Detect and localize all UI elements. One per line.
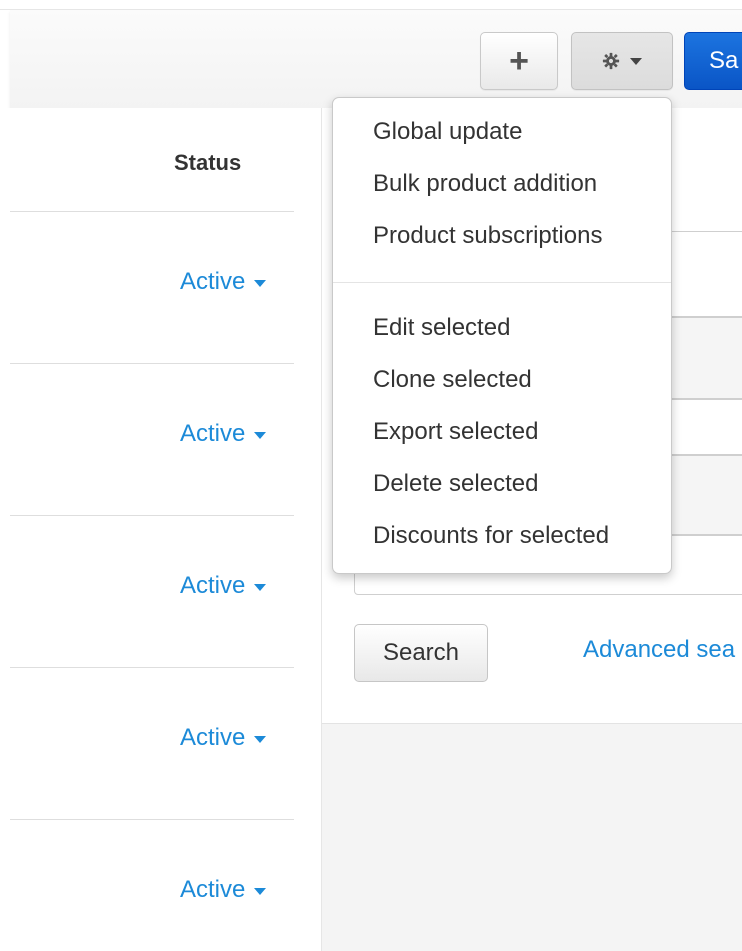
status-label: Active <box>180 724 246 751</box>
chevron-down-icon <box>254 583 267 591</box>
status-dropdown-row-4[interactable]: Active <box>180 724 267 752</box>
search-button[interactable]: Search <box>354 624 488 682</box>
status-dropdown-row-5[interactable]: Active <box>180 876 267 904</box>
row-divider <box>10 211 294 212</box>
plus-icon: + <box>509 41 529 80</box>
status-dropdown-row-1[interactable]: Active <box>180 268 267 296</box>
status-label: Active <box>180 876 246 903</box>
status-label: Active <box>180 268 246 295</box>
gear-icon <box>602 52 620 70</box>
search-panel-footer <box>322 724 742 951</box>
row-divider <box>10 819 294 820</box>
status-label: Active <box>180 572 246 599</box>
menu-item-delete-selected[interactable]: Delete selected <box>373 470 538 498</box>
advanced-search-link[interactable]: Advanced sea <box>583 636 735 664</box>
chevron-down-icon <box>254 887 267 895</box>
add-button[interactable]: + <box>480 32 558 90</box>
chevron-down-icon <box>630 57 642 65</box>
menu-item-bulk-product-addition[interactable]: Bulk product addition <box>373 170 597 198</box>
row-divider <box>10 363 294 364</box>
settings-dropdown-button[interactable] <box>571 32 673 90</box>
save-button[interactable]: Sa <box>684 32 742 90</box>
menu-item-global-update[interactable]: Global update <box>373 118 522 146</box>
chevron-down-icon <box>254 431 267 439</box>
column-header-status: Status <box>174 150 242 175</box>
status-label: Active <box>180 420 246 447</box>
status-dropdown-row-3[interactable]: Active <box>180 572 267 600</box>
row-divider <box>10 667 294 668</box>
menu-item-export-selected[interactable]: Export selected <box>373 418 538 446</box>
chevron-down-icon <box>254 279 267 287</box>
settings-dropdown-menu: Global update Bulk product addition Prod… <box>332 97 672 574</box>
menu-item-product-subscriptions[interactable]: Product subscriptions <box>373 222 602 250</box>
status-dropdown-row-2[interactable]: Active <box>180 420 267 448</box>
row-divider <box>10 515 294 516</box>
menu-item-clone-selected[interactable]: Clone selected <box>373 366 532 394</box>
menu-divider <box>333 282 671 283</box>
menu-item-edit-selected[interactable]: Edit selected <box>373 314 510 342</box>
products-table <box>0 108 322 951</box>
menu-item-discounts-for-selected[interactable]: Discounts for selected <box>373 522 609 550</box>
chevron-down-icon <box>254 735 267 743</box>
